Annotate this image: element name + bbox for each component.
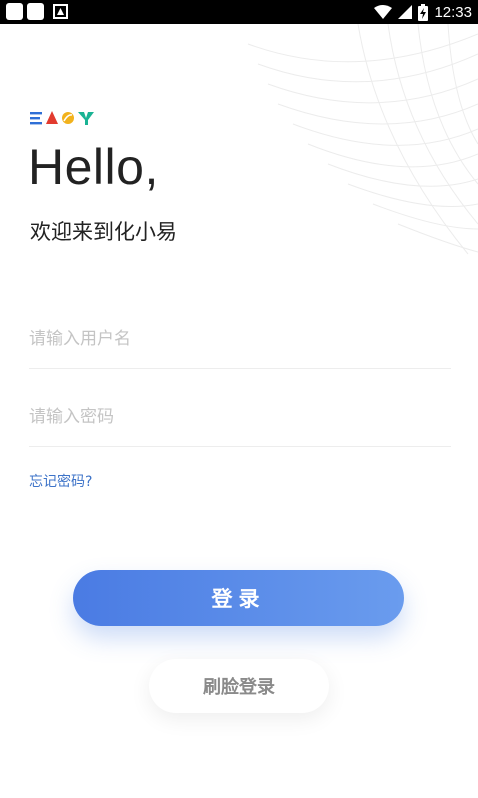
status-bar: 12:33 bbox=[0, 0, 478, 24]
font-a-icon bbox=[53, 4, 68, 19]
status-bar-system: 12:33 bbox=[374, 0, 472, 24]
username-input[interactable] bbox=[29, 309, 451, 368]
notification-square-icon bbox=[27, 3, 44, 20]
wifi-icon bbox=[374, 5, 393, 19]
background-swirl-decoration bbox=[247, 24, 478, 255]
face-login-button[interactable]: 刷脸登录 bbox=[149, 659, 329, 713]
easy-logo bbox=[30, 111, 94, 125]
forgot-password-link[interactable]: 忘记密码? bbox=[29, 471, 92, 491]
status-bar-notifications bbox=[6, 3, 68, 20]
password-input[interactable] bbox=[29, 387, 451, 446]
battery-charging-icon bbox=[418, 3, 429, 21]
welcome-subtitle: 欢迎来到化小易 bbox=[30, 220, 177, 244]
notification-square-icon bbox=[6, 3, 23, 20]
status-bar-time: 12:33 bbox=[434, 3, 472, 21]
password-field[interactable] bbox=[29, 387, 451, 447]
hello-heading: Hello, bbox=[28, 139, 159, 195]
login-button[interactable]: 登录 bbox=[73, 570, 404, 626]
username-field[interactable] bbox=[29, 309, 451, 369]
signal-icon bbox=[398, 5, 413, 19]
